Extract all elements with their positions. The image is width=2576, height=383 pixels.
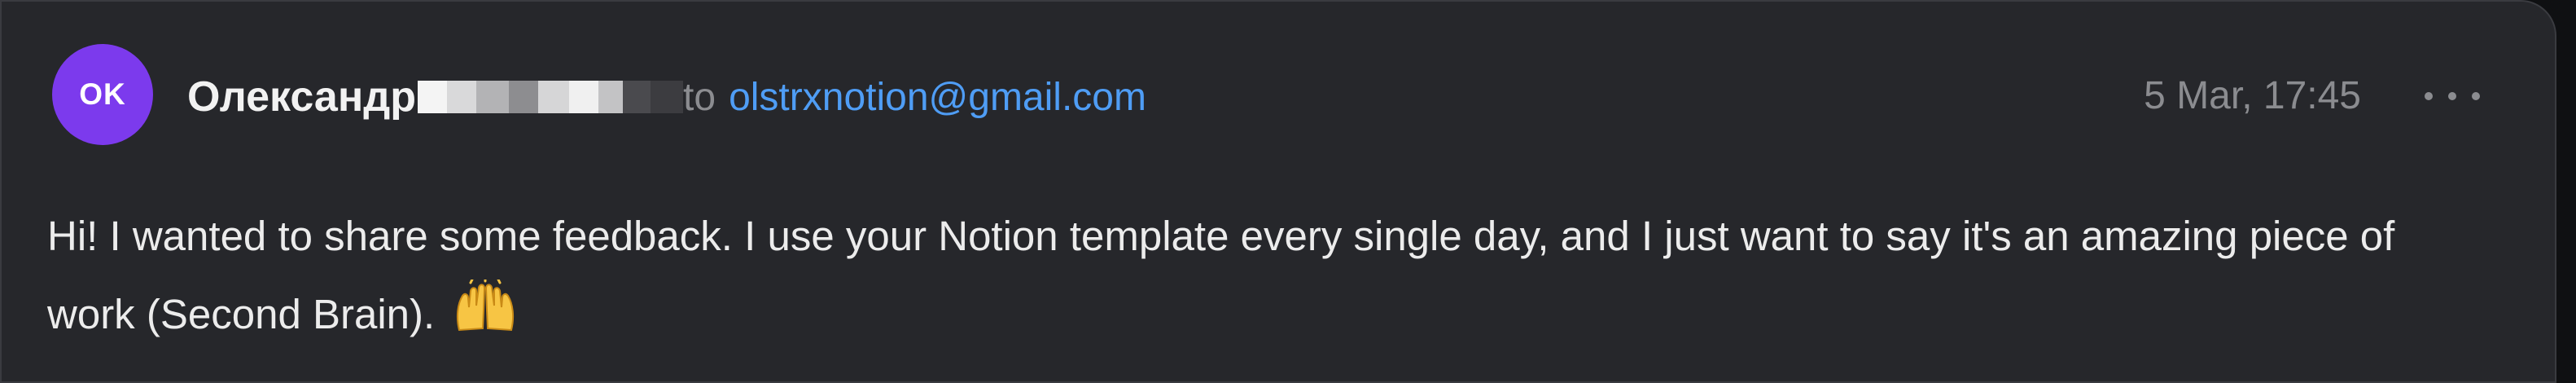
message-body: Hi! I wanted to share some feedback. I u… — [47, 197, 2473, 362]
email-message-card: OK Олександр to olstrxnotion@gmail.com 5… — [0, 0, 2556, 383]
sender-avatar[interactable]: OK — [52, 44, 153, 145]
recipient-email-link[interactable]: olstrxnotion@gmail.com — [729, 75, 1146, 120]
more-horizontal-icon-dot — [2472, 92, 2480, 100]
message-timestamp: 5 Mar, 17:45 — [2144, 74, 2361, 117]
redacted-surname — [418, 78, 684, 116]
more-options-button[interactable] — [2420, 72, 2485, 121]
avatar-initials: OK — [79, 77, 126, 111]
more-horizontal-icon-dot — [2448, 92, 2456, 100]
more-horizontal-icon — [2425, 92, 2433, 100]
message-body-text: Hi! I wanted to share some feedback. I u… — [47, 213, 2395, 337]
to-label: to — [683, 75, 716, 119]
sender-name[interactable]: Олександр — [187, 73, 416, 121]
message-header: Олександр to olstrxnotion@gmail.com — [187, 68, 1146, 125]
raising-hands-icon — [453, 276, 518, 362]
